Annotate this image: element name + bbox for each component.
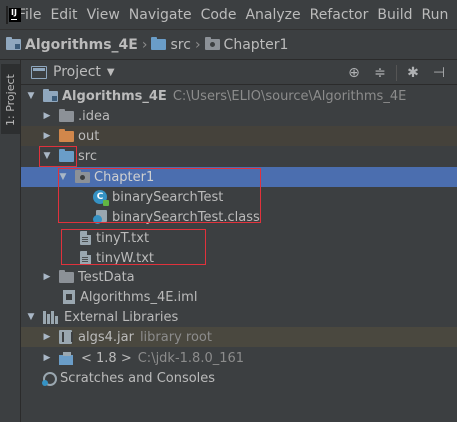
menu-analyze[interactable]: Analyze [245,7,300,23]
tree-out-label: out [78,128,100,144]
tree-row-iml[interactable]: Algorithms_4E.iml [21,287,457,307]
tree-row-external-libraries[interactable]: ▼ External Libraries [21,307,457,327]
expand-arrow-icon[interactable]: ▼ [25,91,37,101]
jar-icon [59,330,73,344]
tree-root-label: Algorithms_4E [62,88,167,104]
annotation-box-chapter1 [58,168,261,223]
breadcrumb-separator: › [141,36,148,53]
source-folder-icon [151,37,167,50]
breadcrumb-chapter1-label: Chapter1 [223,36,289,53]
menu-file[interactable]: File [18,7,41,23]
module-folder-icon [6,37,21,50]
tree-idea-label: .idea [78,108,110,124]
excluded-folder-icon [59,128,74,142]
toolbar-divider [396,65,397,81]
tree-row-jdk[interactable]: ▶ < 1.8 > C:\jdk-1.8.0_161 [21,348,457,368]
tree-root-path: C:\Users\ELIO\source\Algorithms_4E [172,88,407,104]
tree-jdk-hint: C:\jdk-1.8.0_161 [137,350,245,366]
project-tool-tab-label: 1: Project [4,74,17,126]
module-folder-icon [43,88,58,102]
menu-run[interactable]: Run [422,7,449,23]
collapse-all-icon[interactable]: ≑ [370,63,390,83]
library-icon [43,310,59,324]
folder-icon [59,108,74,122]
left-tool-strip: 1: Project [0,60,21,422]
collapsed-arrow-icon[interactable]: ▶ [41,111,53,121]
tree-row-src[interactable]: ▼ src [21,146,457,166]
project-tool-tab[interactable]: 1: Project [1,64,20,134]
project-view-icon [31,65,47,79]
hide-panel-icon[interactable]: ⊣ [429,63,449,83]
expand-arrow-icon[interactable]: ▼ [25,312,37,322]
tree-row-idea[interactable]: ▶ .idea [21,106,457,126]
breadcrumb: Algorithms_4E › src › Chapter1 [0,30,457,60]
tree-src-label: src [78,148,97,164]
collapsed-arrow-icon[interactable]: ▶ [41,353,53,363]
collapsed-arrow-icon[interactable]: ▶ [41,272,53,282]
tree-testdata-label: TestData [78,269,135,285]
annotation-box-txt-files [61,229,206,265]
menu-bar: IJ File Edit View Navigate Code Analyze … [0,0,457,30]
scratches-icon [41,371,57,386]
breadcrumb-separator: › [194,36,201,53]
panel-toolbar: ⊕ ≑ ✱ ⊣ [338,62,449,84]
breadcrumb-project-label: Algorithms_4E [25,36,138,53]
tree-scratches-label: Scratches and Consoles [60,370,216,386]
intellij-logo-icon: IJ [6,5,21,24]
breadcrumb-chapter1[interactable]: Chapter1 [204,36,289,53]
menu-refactor[interactable]: Refactor [310,7,369,23]
breadcrumb-src[interactable]: src [151,36,191,53]
tree-iml-label: Algorithms_4E.iml [80,289,198,305]
breadcrumb-src-label: src [170,36,191,53]
menu-code[interactable]: Code [201,7,237,23]
menu-view[interactable]: View [87,7,120,23]
tree-row-root[interactable]: ▼ Algorithms_4E C:\Users\ELIO\source\Alg… [21,86,457,106]
menu-edit[interactable]: Edit [50,7,77,23]
breadcrumb-project[interactable]: Algorithms_4E [6,37,138,53]
menu-navigate[interactable]: Navigate [129,7,192,23]
project-panel-header: Project ▼ ⊕ ≑ ✱ ⊣ [21,60,457,85]
tree-row-testdata[interactable]: ▶ TestData [21,267,457,287]
gear-icon[interactable]: ✱ [403,63,423,83]
collapsed-arrow-icon[interactable]: ▶ [41,332,53,342]
project-view-selector[interactable]: Project [53,64,101,80]
chevron-down-icon[interactable]: ▼ [107,67,115,78]
tree-row-algs4[interactable]: ▶ algs4.jar library root [21,327,457,347]
tree-algs4-label: algs4.jar [78,329,134,345]
tree-row-scratches[interactable]: Scratches and Consoles [21,368,457,388]
collapsed-arrow-icon[interactable]: ▶ [41,131,53,141]
tree-algs4-hint: library root [139,329,212,345]
menu-build[interactable]: Build [377,7,412,23]
tree-ext-libs-label: External Libraries [64,309,179,325]
locate-target-icon[interactable]: ⊕ [344,63,364,83]
jdk-icon [59,351,75,365]
folder-icon [59,269,74,283]
module-file-icon [63,290,75,304]
tree-jdk-label: < 1.8 > [81,350,132,366]
annotation-box-src [39,146,77,167]
package-icon [204,37,220,50]
tree-row-out[interactable]: ▶ out [21,126,457,146]
